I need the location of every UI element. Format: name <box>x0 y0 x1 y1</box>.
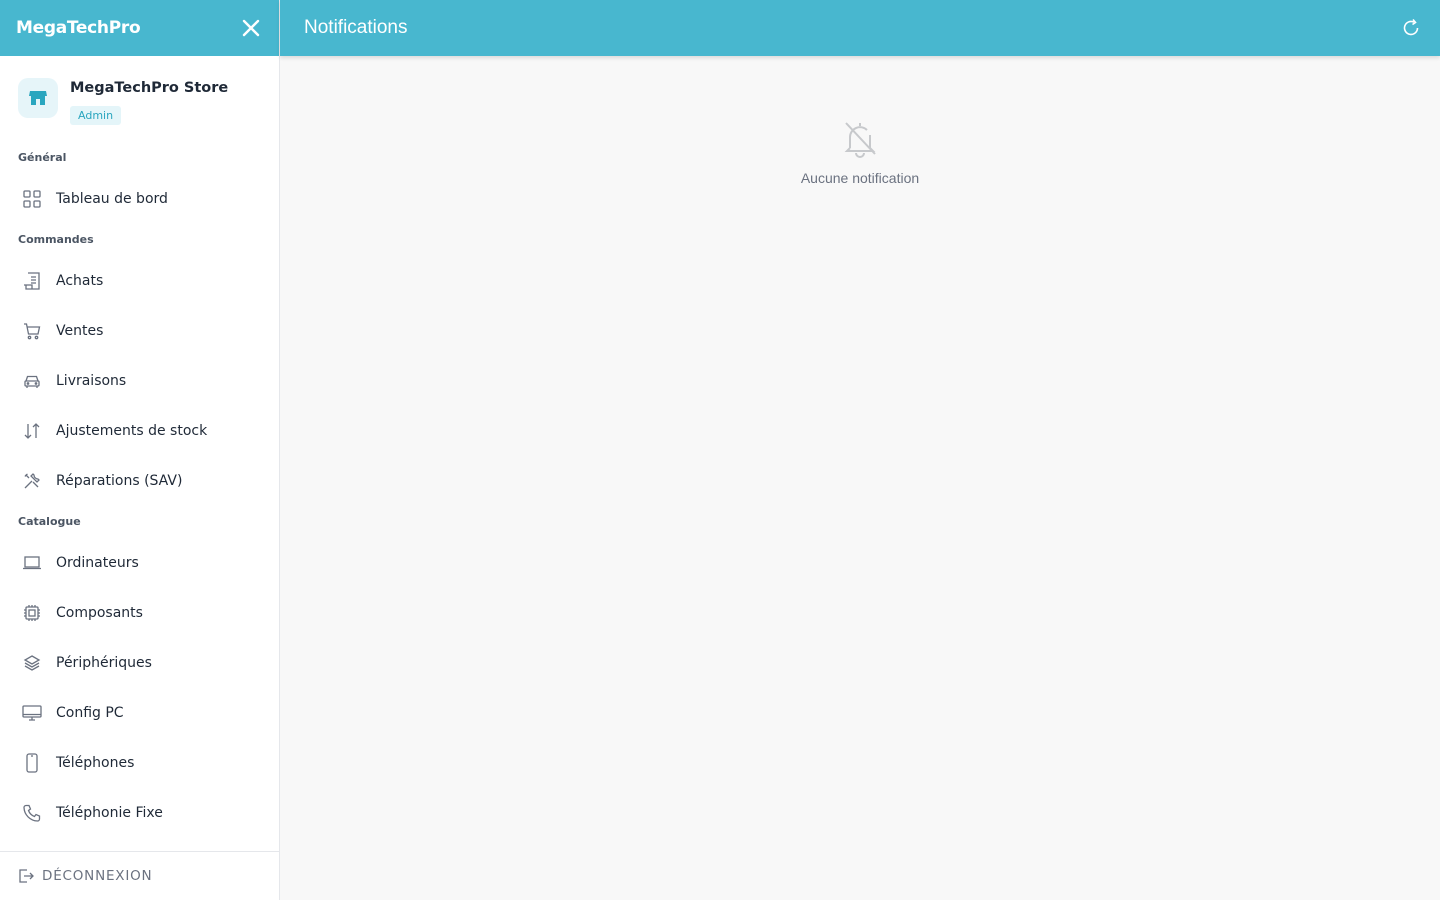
close-sidebar-button[interactable] <box>239 16 263 40</box>
smartphone-icon <box>22 753 42 773</box>
sidebar-item-label: Téléphonie Fixe <box>56 805 163 821</box>
store-icon <box>29 91 47 105</box>
section-label-commandes: Commandes <box>18 233 94 246</box>
sidebar-item-tableau-de-bord[interactable]: Tableau de bord <box>0 174 279 224</box>
empty-state: Aucune notification <box>280 120 1440 186</box>
sidebar-item-ordinateurs[interactable]: Ordinateurs <box>0 538 279 588</box>
refresh-icon <box>1403 18 1419 36</box>
sidebar-item-label: Téléphones <box>56 755 135 771</box>
page-title: Notifications <box>304 17 408 38</box>
laptop-icon <box>22 553 42 573</box>
sidebar-item-label: Ajustements de stock <box>56 423 208 439</box>
sidebar-item-config-pc[interactable]: Config PC <box>0 688 279 738</box>
close-icon <box>242 19 260 37</box>
store-card: MegaTechPro Store Admin <box>0 56 279 125</box>
empty-state-text: Aucune notification <box>800 170 920 186</box>
sidebar-item-partial[interactable] <box>0 838 279 850</box>
brand-name: MegaTechPro <box>16 18 141 38</box>
grid-icon <box>22 189 42 209</box>
sidebar-header: MegaTechPro <box>0 0 279 56</box>
bell-off-icon <box>844 122 876 158</box>
sidebar-item-composants[interactable]: Composants <box>0 588 279 638</box>
sidebar-item-ajustements-de-stock[interactable]: Ajustements de stock <box>0 406 279 456</box>
sidebar-item-label: Tableau de bord <box>56 191 168 207</box>
sidebar-item-label: Config PC <box>56 705 124 721</box>
sidebar-item-label: Composants <box>56 605 143 621</box>
cart-icon <box>22 321 42 341</box>
role-badge: Admin <box>70 106 122 125</box>
sidebar-item-reparations[interactable]: Réparations (SAV) <box>0 456 279 506</box>
car-icon <box>22 371 42 391</box>
logout-icon <box>19 869 34 883</box>
refresh-button[interactable] <box>1400 17 1422 39</box>
sidebar-item-telephones[interactable]: Téléphones <box>0 738 279 788</box>
phone-icon <box>22 803 42 823</box>
sidebar-item-peripheriques[interactable]: Périphériques <box>0 638 279 688</box>
tools-icon <box>22 471 42 491</box>
arrows-updown-icon <box>22 421 42 441</box>
section-label-catalogue: Catalogue <box>18 515 81 528</box>
store-name: MegaTechPro Store <box>70 80 229 96</box>
sidebar-item-label: Achats <box>56 273 104 289</box>
section-label-general: Général <box>18 151 67 164</box>
store-avatar <box>18 78 58 118</box>
sidebar-item-label: Livraisons <box>56 373 127 389</box>
sidebar-item-label: Ventes <box>56 323 104 339</box>
sidebar-item-telephonie-fixe[interactable]: Téléphonie Fixe <box>0 788 279 838</box>
logout-button[interactable]: DÉCONNEXION <box>0 851 279 900</box>
sidebar-item-livraisons[interactable]: Livraisons <box>0 356 279 406</box>
sidebar-item-label: Périphériques <box>56 655 152 671</box>
receipt-icon <box>22 271 42 291</box>
sidebar: MegaTechPro MegaTechPro Store Admin Géné… <box>0 0 280 900</box>
sidebar-item-label: Ordinateurs <box>56 555 139 571</box>
sidebar-item-ventes[interactable]: Ventes <box>0 306 279 356</box>
top-bar: Notifications <box>280 0 1440 56</box>
sidebar-item-achats[interactable]: Achats <box>0 256 279 306</box>
monitor-icon <box>22 703 42 723</box>
chip-icon <box>22 603 42 623</box>
layers-icon <box>22 653 42 673</box>
logout-label: DÉCONNEXION <box>42 868 153 884</box>
sidebar-item-label: Réparations (SAV) <box>56 473 183 489</box>
sidebar-nav: Général Tableau de bord Commandes Achats… <box>0 142 279 850</box>
